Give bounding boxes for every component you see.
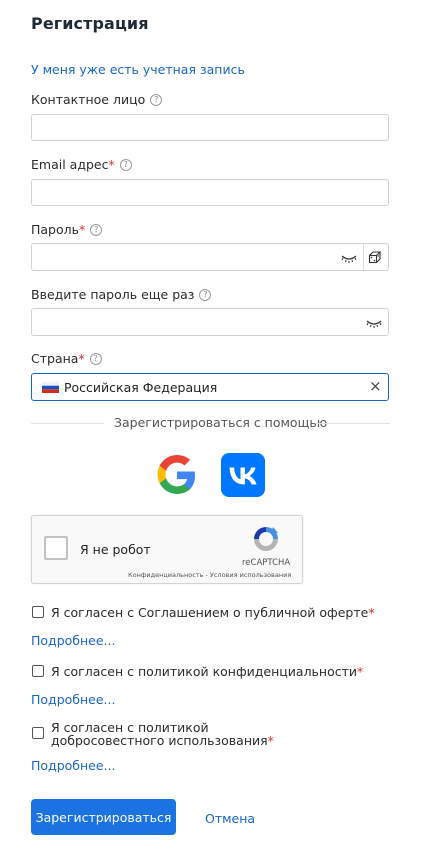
country-label: Страна * ? <box>31 351 102 366</box>
required-mark: * <box>368 605 375 620</box>
more-link[interactable]: Подробнее... <box>31 758 115 773</box>
email-label-text: Email адрес <box>31 157 109 172</box>
password-repeat-label-text: Введите пароль еще раз <box>31 287 195 302</box>
clear-icon[interactable]: × <box>369 377 382 395</box>
required-mark: * <box>108 157 115 172</box>
password-repeat-label: Введите пароль еще раз ? <box>31 287 212 302</box>
eye-closed-icon[interactable] <box>365 316 383 330</box>
google-icon[interactable] <box>155 453 199 497</box>
divider-left <box>31 423 104 424</box>
password-repeat-input[interactable] <box>31 308 389 336</box>
recaptcha-logo-icon <box>254 527 278 551</box>
password-input[interactable] <box>31 243 389 271</box>
contact-label-text: Контактное лицо <box>31 92 146 107</box>
password-label: Пароль * ? <box>31 222 103 237</box>
page-title: Регистрация <box>31 14 149 33</box>
agree-fair-use-text: Я согласен с политикой добросовестного и… <box>51 720 268 748</box>
agree-privacy-checkbox[interactable] <box>32 665 44 677</box>
recaptcha-widget: Я не робот reCAPTCHA Конфиденциальность … <box>31 515 303 584</box>
agree-privacy-label: Я согласен с политикой конфиденциальност… <box>51 665 363 678</box>
password-generator-icon[interactable] <box>368 250 383 265</box>
contact-label: Контактное лицо ? <box>31 92 163 107</box>
password-separator <box>363 244 364 270</box>
more-link[interactable]: Подробнее... <box>31 692 115 707</box>
required-mark: * <box>79 222 86 237</box>
recaptcha-brand: reCAPTCHA <box>242 558 291 568</box>
country-select[interactable]: Российская Федерация × <box>31 373 389 401</box>
password-label-text: Пароль <box>31 222 79 237</box>
country-label-text: Страна <box>31 351 79 366</box>
help-icon[interactable]: ? <box>90 223 103 236</box>
social-divider-text: Зарегистрироваться с помощью <box>114 415 328 430</box>
more-link[interactable]: Подробнее... <box>31 633 115 648</box>
agree-fair-use-checkbox[interactable] <box>32 727 44 739</box>
russia-flag-icon <box>42 382 59 393</box>
required-mark: * <box>357 664 364 679</box>
help-icon[interactable]: ? <box>199 288 212 301</box>
email-label: Email адрес * ? <box>31 157 132 172</box>
login-link[interactable]: У меня уже есть учетная запись <box>31 62 245 77</box>
recaptcha-links: Конфиденциальность - Условия использован… <box>128 571 291 579</box>
agree-offer-label: Я согласен с Соглашением о публичной офе… <box>51 606 375 619</box>
recaptcha-checkbox[interactable] <box>44 536 68 560</box>
divider-right <box>316 423 390 424</box>
contact-input[interactable] <box>31 114 389 141</box>
eye-closed-icon[interactable] <box>340 251 358 265</box>
required-mark: * <box>78 351 85 366</box>
register-button[interactable]: Зарегистрироваться <box>31 799 176 835</box>
help-icon[interactable]: ? <box>150 93 163 106</box>
recaptcha-terms-link[interactable]: Условия использования <box>210 571 291 579</box>
recaptcha-label: Я не робот <box>80 542 151 557</box>
help-icon[interactable]: ? <box>119 158 132 171</box>
country-value: Российская Федерация <box>64 380 218 395</box>
help-icon[interactable]: ? <box>89 352 102 365</box>
agree-offer-checkbox[interactable] <box>32 606 44 618</box>
required-mark: * <box>267 733 274 748</box>
vk-icon[interactable] <box>221 453 265 497</box>
cancel-link[interactable]: Отмена <box>205 811 255 826</box>
agree-offer-text: Я согласен с Соглашением о публичной офе… <box>51 605 369 620</box>
email-input[interactable] <box>31 179 389 206</box>
recaptcha-privacy-link[interactable]: Конфиденциальность <box>128 571 203 579</box>
agree-fair-use-label: Я согласен с политикой добросовестного и… <box>51 721 311 747</box>
agree-privacy-text: Я согласен с политикой конфиденциальност… <box>51 664 358 679</box>
